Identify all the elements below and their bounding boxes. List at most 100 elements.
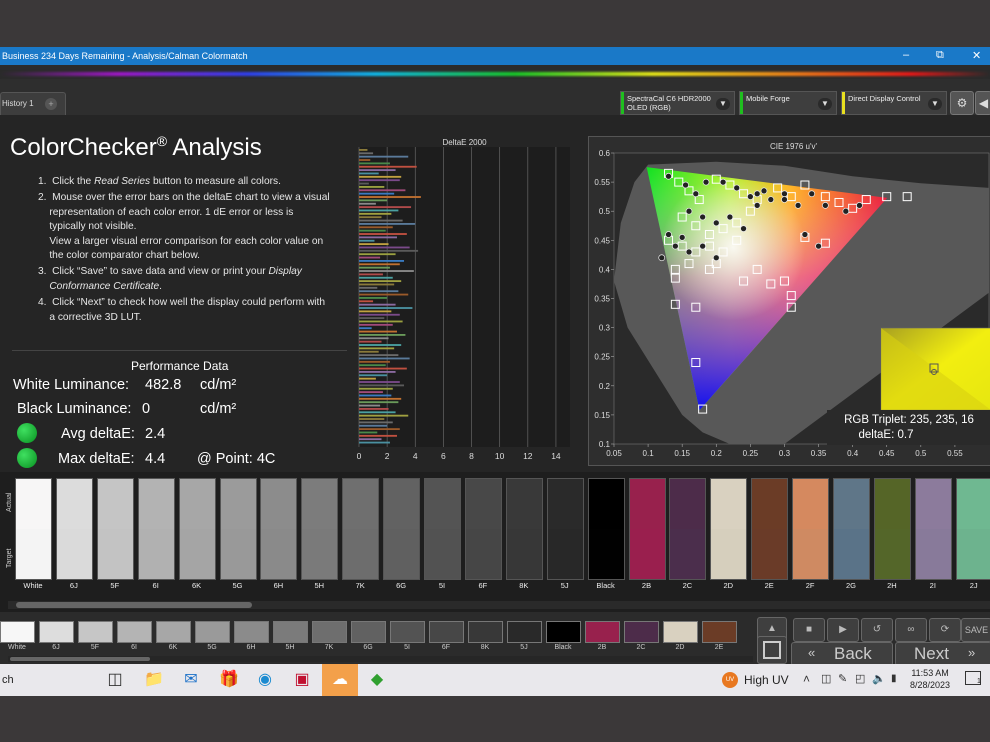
deltae-bar	[359, 149, 368, 151]
mini-patch-label: 5I	[404, 644, 410, 651]
comparator-patch[interactable]	[424, 478, 461, 580]
step-icon[interactable]: ▶	[827, 618, 859, 642]
target-color	[752, 529, 788, 579]
mail-icon[interactable]: ✉	[180, 669, 202, 691]
cie-y-tick-label: 0.2	[599, 382, 611, 391]
meter-dropdown[interactable]: SpectraCal C6 HDR2000 OLED (RGB) ▼	[620, 91, 735, 115]
comparator-patch[interactable]	[669, 478, 707, 580]
calman-app-icon[interactable]: ☁	[322, 664, 358, 696]
comparator-patch[interactable]	[383, 478, 421, 580]
tab-history-1[interactable]: History 1 +	[0, 92, 66, 115]
scrollbar-thumb[interactable]	[10, 657, 150, 661]
tray-device-icon[interactable]: ◫	[821, 672, 831, 685]
actual-color	[670, 479, 706, 529]
mini-patch[interactable]	[39, 621, 74, 643]
weather-text[interactable]: High UV	[744, 673, 789, 687]
next-button[interactable]: Next »	[895, 642, 990, 666]
mini-patch[interactable]	[78, 621, 113, 643]
pattern-generator-dropdown[interactable]: Mobile Forge ▼	[739, 91, 837, 115]
read-icon[interactable]: ↺	[861, 618, 893, 642]
save-button[interactable]: SAVE	[961, 618, 990, 642]
cie-chart[interactable]: CIE 1976 u'v' 0.05 0.1 0.15 0.2 0.25 0.3 0.35 0.…	[588, 136, 990, 466]
cie-y-tick-label: 0.5	[599, 207, 611, 216]
deltae-bar	[359, 374, 388, 377]
mini-patch[interactable]	[429, 621, 464, 643]
comparator-patch[interactable]	[546, 478, 584, 580]
comparator-patch[interactable]	[751, 478, 789, 580]
mini-patch[interactable]	[546, 621, 581, 643]
comparator-patch[interactable]	[505, 478, 543, 580]
battery-icon[interactable]: ▮	[891, 673, 897, 684]
comparator-patch[interactable]	[137, 478, 175, 580]
mini-patch-label: 7K	[324, 644, 334, 651]
stop-record-icon[interactable]	[757, 636, 787, 664]
minimize-button[interactable]: –	[903, 49, 909, 61]
comparator-patch[interactable]	[301, 478, 339, 580]
comparator-patch[interactable]	[15, 478, 52, 580]
media-app-icon[interactable]: ▣	[291, 669, 313, 691]
comparator-patch[interactable]	[55, 478, 93, 580]
tray-pen-icon[interactable]: ✎	[838, 672, 847, 685]
mini-patch[interactable]	[234, 621, 269, 643]
notifications-icon[interactable]: 1	[965, 671, 981, 685]
deltae-chart[interactable]: DeltaE 2000 0 2 4 6 8 10 12 14	[356, 135, 576, 465]
actual-color	[793, 479, 829, 529]
comparator-patch[interactable]	[587, 478, 625, 580]
mini-patch[interactable]	[312, 621, 347, 643]
patch-scrollbar[interactable]	[8, 656, 753, 662]
task-view-icon[interactable]: ◫	[104, 669, 126, 691]
mini-patch[interactable]	[156, 621, 191, 643]
mini-patch[interactable]	[468, 621, 503, 643]
comparator-patch[interactable]	[464, 478, 502, 580]
mini-patch[interactable]	[351, 621, 386, 643]
volume-icon[interactable]: 🔈	[872, 672, 886, 685]
target-color	[956, 529, 990, 579]
mini-patch[interactable]	[273, 621, 308, 643]
search-box[interactable]: ch	[2, 674, 14, 686]
add-tab-icon[interactable]: +	[45, 98, 57, 110]
comparator-patch[interactable]	[628, 478, 666, 580]
comparator-patch[interactable]	[710, 478, 748, 580]
comparator-patch[interactable]	[914, 478, 952, 580]
uv-weather-icon[interactable]: UV	[722, 672, 738, 688]
comparator-patch[interactable]	[96, 478, 134, 580]
scrollbar-thumb[interactable]	[16, 602, 252, 608]
comparator-patch[interactable]	[955, 478, 990, 580]
stop-icon[interactable]: ■	[793, 618, 825, 642]
refresh-icon[interactable]: ⟳	[929, 618, 961, 642]
mini-patch[interactable]	[0, 621, 35, 643]
mini-patch[interactable]	[507, 621, 542, 643]
mini-patch[interactable]	[117, 621, 152, 643]
comparator-patch[interactable]	[219, 478, 257, 580]
comparator-patch[interactable]	[873, 478, 911, 580]
comparator-patch[interactable]	[342, 478, 380, 580]
tray-chevron-up-icon[interactable]: ˄	[803, 672, 810, 686]
mini-patch[interactable]	[390, 621, 425, 643]
back-button[interactable]: « Back	[791, 642, 893, 666]
mini-patch[interactable]	[585, 621, 620, 643]
actual-color	[138, 479, 174, 529]
patch-label: 6F	[478, 581, 488, 590]
comparator-patch[interactable]	[833, 478, 870, 580]
clock[interactable]: 11:53 AM 8/28/2023	[910, 668, 950, 690]
settings-gear-icon[interactable]: ⚙	[950, 91, 974, 115]
wifi-icon[interactable]: ◰	[855, 672, 865, 685]
mini-patch[interactable]	[624, 621, 659, 643]
loop-icon[interactable]: ∞	[895, 618, 927, 642]
store-icon[interactable]: 🎁	[218, 669, 240, 691]
mini-patch[interactable]	[195, 621, 230, 643]
comparator-patch[interactable]	[260, 478, 298, 580]
colorful-app-icon[interactable]: ◆	[366, 669, 388, 691]
comparator-patch[interactable]	[178, 478, 216, 580]
comparator-scrollbar[interactable]	[8, 601, 990, 609]
edge-icon[interactable]: ◉	[254, 669, 276, 691]
file-explorer-icon[interactable]: 📁	[143, 669, 165, 691]
mini-patch[interactable]	[702, 621, 737, 643]
comparator-patch[interactable]	[792, 478, 830, 580]
restore-button[interactable]: ⧉	[936, 49, 944, 62]
display-dropdown[interactable]: Direct Display Control ▼	[841, 91, 947, 115]
divider	[12, 350, 347, 351]
mini-patch[interactable]	[663, 621, 698, 643]
panel-arrow-icon[interactable]: ◀	[975, 91, 990, 115]
close-button[interactable]: ✕	[972, 49, 981, 62]
